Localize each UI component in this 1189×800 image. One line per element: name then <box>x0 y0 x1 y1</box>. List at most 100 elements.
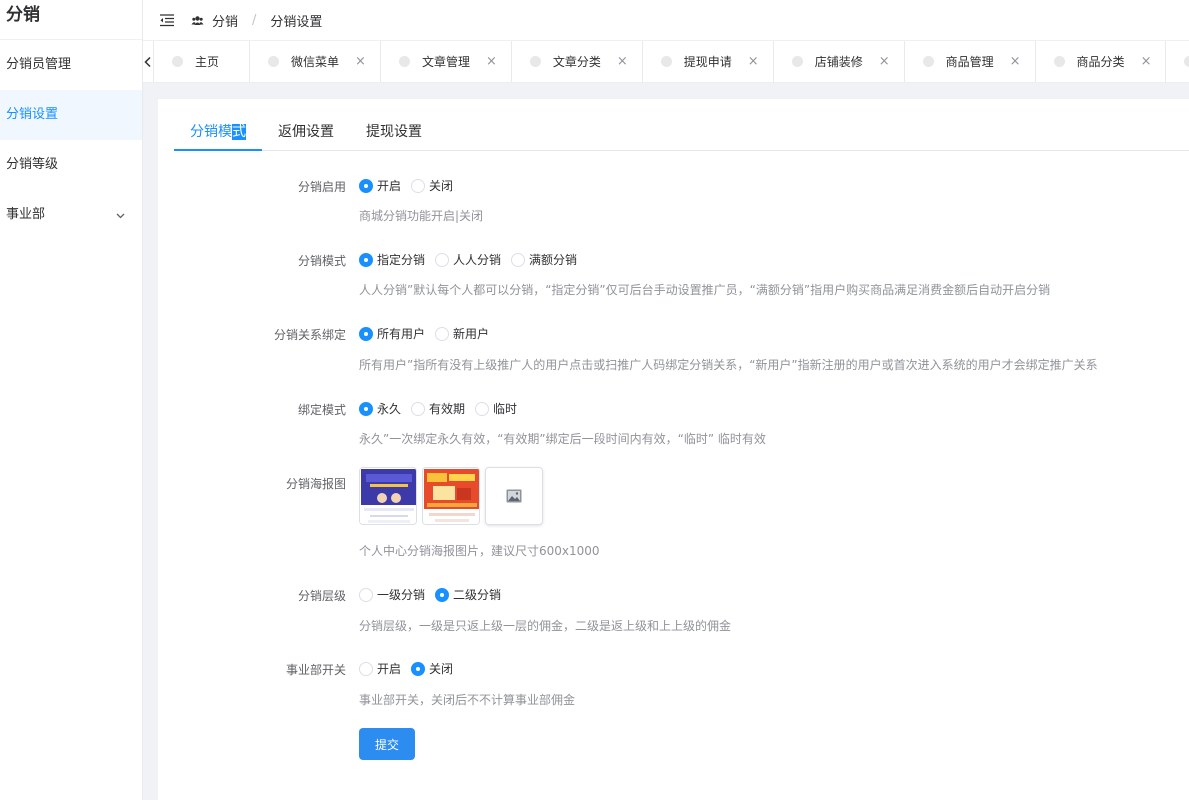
tab-label: 分销模 <box>190 124 232 140</box>
close-icon[interactable]: × <box>617 54 628 69</box>
sidebar-item-label: 分销等级 <box>6 157 59 172</box>
page-tab-store-decoration[interactable]: 店铺装修 × <box>774 41 905 82</box>
radio-bind-permanent[interactable]: 永久 <box>359 400 401 417</box>
radio-relation-new-users[interactable]: 新用户 <box>435 325 489 342</box>
radio-relation-all-users[interactable]: 所有用户 <box>359 325 425 342</box>
form-tip-bind-mode: 永久”一次绑定永久有效，“有效期”绑定后一段时间内有效，“临时” 临时有效 <box>359 432 766 446</box>
sidebar-title: 分销 <box>0 0 142 40</box>
tab-status-dot <box>268 56 280 67</box>
tab-status-dot <box>529 56 541 67</box>
image-icon <box>506 489 522 503</box>
poster-upload-button[interactable] <box>485 467 543 525</box>
sidebar-item-distribution-level[interactable]: 分销等级 <box>0 140 142 190</box>
breadcrumb-root[interactable]: 分销 <box>212 11 238 30</box>
page-tab-label: 文章管理 <box>421 55 470 69</box>
page-tab-overflow[interactable] <box>1166 41 1189 82</box>
radio-circle <box>359 252 373 267</box>
tab-status-dot <box>398 56 410 67</box>
page-tab-wechat-menu[interactable]: 微信菜单 × <box>250 41 381 82</box>
radio-circle <box>359 326 373 341</box>
tab-status-dot <box>1053 56 1065 67</box>
form-tip-division: 事业部开关，关闭后不不计算事业部佣金 <box>359 693 576 707</box>
form-tip-enable: 商城分销功能开启|关闭 <box>359 209 484 223</box>
close-icon[interactable]: × <box>748 54 759 69</box>
radio-label: 新用户 <box>453 327 490 341</box>
poster-thumbnail-2[interactable] <box>422 467 480 525</box>
poster-image-1 <box>360 468 416 524</box>
page-tab-article-management[interactable]: 文章管理 × <box>381 41 512 82</box>
page-tab-label: 提现申请 <box>683 55 732 69</box>
radio-label: 人人分销 <box>453 253 502 267</box>
page-tab-home[interactable]: 主页 <box>154 41 251 82</box>
tab-status-dot <box>660 56 672 67</box>
radio-level-one[interactable]: 一级分销 <box>359 586 425 603</box>
page-tab-article-category[interactable]: 文章分类 × <box>512 41 643 82</box>
radio-group-relation: 所有用户 新用户 <box>359 325 499 342</box>
form-tip-mode: 人人分销”默认每个人都可以分销，“指定分销”仅可后台手动设置推广员，“满额分销”… <box>359 283 1051 297</box>
close-icon[interactable]: × <box>879 54 890 69</box>
breadcrumb-separator: / <box>252 12 257 28</box>
radio-group-division: 开启 关闭 <box>359 660 463 677</box>
settings-tabs: 分销模式 返佣设置 提现设置 <box>174 115 1189 151</box>
close-icon[interactable]: × <box>355 54 366 69</box>
close-icon[interactable]: × <box>1010 54 1021 69</box>
radio-label: 开启 <box>377 662 402 676</box>
tab-withdrawal-settings[interactable]: 提现设置 <box>350 115 438 151</box>
radio-division-on[interactable]: 开启 <box>359 660 401 677</box>
sidebar-item-division[interactable]: 事业部 <box>0 190 142 240</box>
radio-bind-validity[interactable]: 有效期 <box>411 400 465 417</box>
radio-bind-temporary[interactable]: 临时 <box>475 400 517 417</box>
radio-mode-threshold[interactable]: 满额分销 <box>511 251 577 268</box>
radio-label: 满额分销 <box>529 253 578 267</box>
form-label-enable: 分销启用 <box>297 180 346 194</box>
radio-label: 二级分销 <box>453 588 502 602</box>
radio-label: 一级分销 <box>377 588 426 602</box>
page-tabs-bar: 主页 微信菜单 × 文章管理 × 文章分类 × 提现申请 × 店铺装修 × 商品… <box>143 40 1189 83</box>
radio-circle <box>359 401 373 416</box>
form-tip-poster: 个人中心分销海报图片，建议尺寸600x1000 <box>359 544 600 558</box>
sidebar-item-distributor-management[interactable]: 分销员管理 <box>0 40 142 90</box>
radio-circle <box>435 252 450 267</box>
form-tip-level: 分销层级，一级是只返上级一层的佣金，二级是返上级和上上级的佣金 <box>359 619 732 633</box>
sidebar: 分销 分销员管理 分销设置 分销等级 事业部 <box>0 0 143 800</box>
settings-card: 分销模式 返佣设置 提现设置 分销启用 开启 关闭 商城分销功能开启|关闭 分销… <box>158 99 1189 800</box>
tab-label: 返佣设置 <box>278 124 334 140</box>
breadcrumb-current: 分销设置 <box>270 14 323 30</box>
tabs-scroll-left-button[interactable] <box>143 41 154 82</box>
radio-label: 有效期 <box>429 402 466 416</box>
page-tab-withdrawal-request[interactable]: 提现申请 × <box>643 41 774 82</box>
top-header: 分销 / 分销设置 <box>143 0 1189 40</box>
tab-distribution-mode[interactable]: 分销模式 <box>174 115 262 151</box>
close-icon[interactable]: × <box>1141 54 1152 69</box>
radio-enable-on[interactable]: 开启 <box>359 177 401 194</box>
poster-image-2 <box>423 468 479 524</box>
radio-mode-everyone[interactable]: 人人分销 <box>435 251 501 268</box>
form-label-division: 事业部开关 <box>285 663 346 677</box>
submit-button[interactable]: 提交 <box>359 728 415 760</box>
chevron-down-icon <box>115 190 126 240</box>
sidebar-item-distribution-settings[interactable]: 分销设置 <box>0 90 142 140</box>
radio-circle <box>411 401 426 416</box>
page-tab-label: 文章分类 <box>552 55 601 69</box>
radio-label: 关闭 <box>429 179 454 193</box>
radio-level-two[interactable]: 二级分销 <box>435 586 501 603</box>
form-tip-relation: 所有用户”指所有没有上级推广人的用户点击或扫推广人码绑定分销关系，“新用户”指新… <box>359 358 1098 372</box>
users-icon <box>191 15 204 25</box>
page-tab-product-category[interactable]: 商品分类 × <box>1036 41 1167 82</box>
form-label-relation: 分销关系绑定 <box>273 328 346 342</box>
tab-commission-settings[interactable]: 返佣设置 <box>262 115 350 151</box>
radio-enable-off[interactable]: 关闭 <box>411 177 453 194</box>
radio-circle <box>359 587 373 602</box>
menu-fold-icon[interactable] <box>159 12 175 28</box>
tab-status-dot <box>172 56 183 67</box>
form-label-bind-mode: 绑定模式 <box>297 403 346 417</box>
close-icon[interactable]: × <box>486 54 497 69</box>
radio-circle <box>435 587 450 602</box>
page-tab-product-management[interactable]: 商品管理 × <box>905 41 1036 82</box>
poster-thumbnail-1[interactable] <box>359 467 417 525</box>
radio-division-off[interactable]: 关闭 <box>411 660 453 677</box>
tab-status-dot <box>791 56 803 67</box>
radio-group-bind-mode: 永久 有效期 临时 <box>359 400 527 417</box>
radio-circle <box>475 401 490 416</box>
radio-mode-designated[interactable]: 指定分销 <box>359 251 425 268</box>
